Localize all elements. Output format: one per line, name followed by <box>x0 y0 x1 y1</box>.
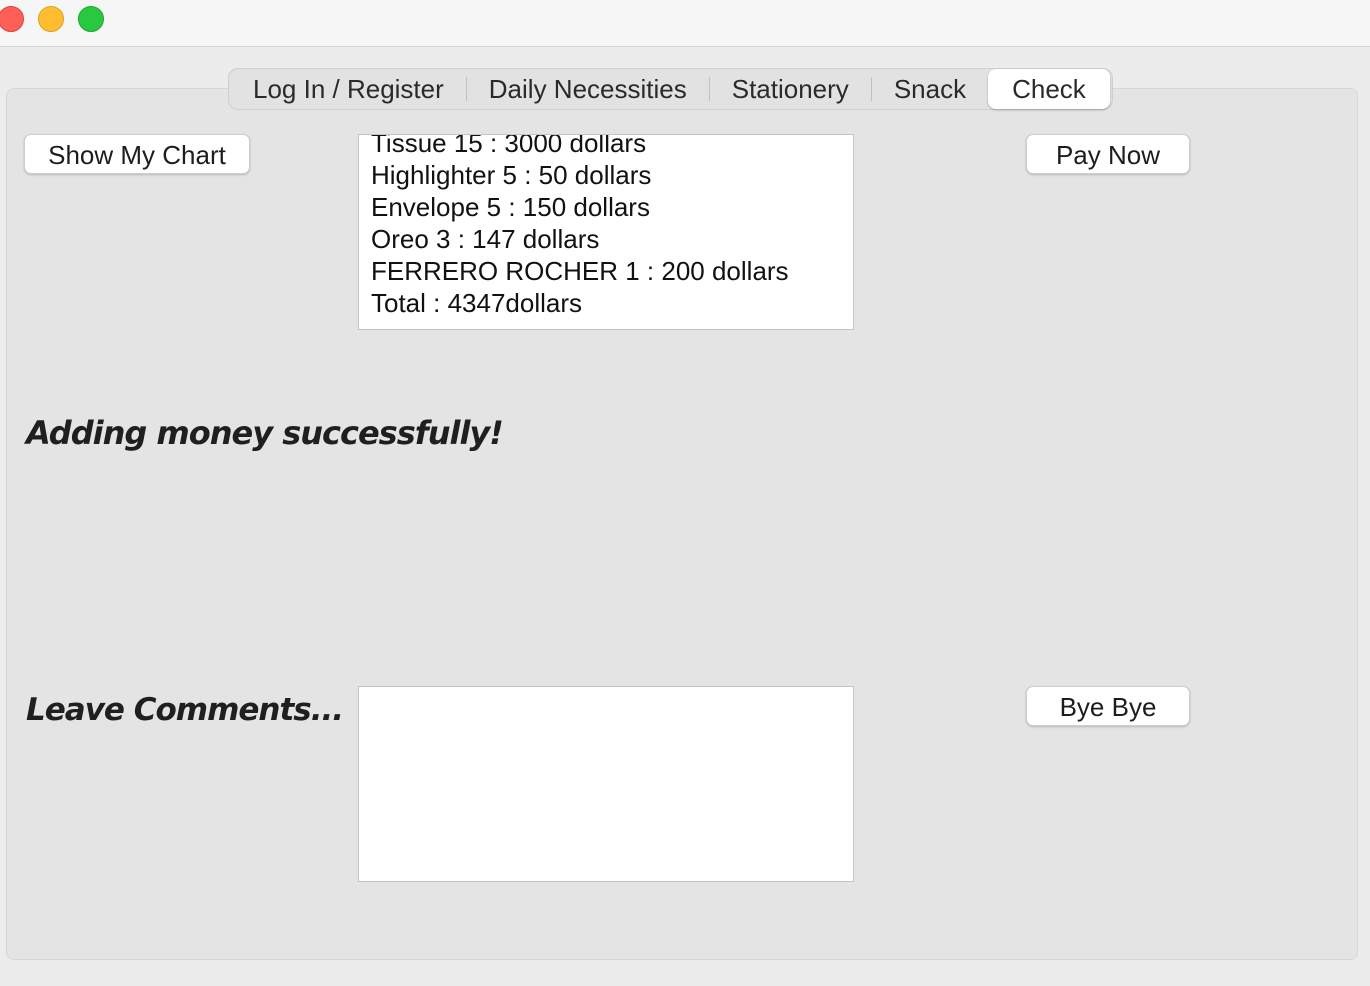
receipt-line: Oreo 3 : 147 dollars <box>371 224 600 254</box>
comments-label: Leave Comments... <box>26 692 344 728</box>
maximize-window-button[interactable] <box>78 6 104 32</box>
receipt-line: Tissue 15 : 3000 dollars <box>371 134 647 158</box>
receipt-line: Highlighter 5 : 50 dollars <box>371 160 652 190</box>
tab-snack[interactable]: Snack <box>872 69 988 109</box>
minimize-window-button[interactable] <box>38 6 64 32</box>
status-message: Adding money successfully! <box>26 414 504 452</box>
receipt-line: FERRERO ROCHER 1 : 200 dollars <box>371 256 789 286</box>
tab-daily-necessities[interactable]: Daily Necessities <box>467 69 709 109</box>
bye-bye-button[interactable]: Bye Bye <box>1026 686 1190 726</box>
receipt-line: Envelope 5 : 150 dollars <box>371 192 650 222</box>
tab-check[interactable]: Check <box>988 69 1110 109</box>
tab-login-register[interactable]: Log In / Register <box>231 69 466 109</box>
receipt-text-area[interactable]: Tissue 15 : 3000 dollars Highlighter 5 :… <box>358 134 854 330</box>
receipt-content: Tissue 15 : 3000 dollars Highlighter 5 :… <box>371 134 789 319</box>
tab-stationery[interactable]: Stationery <box>710 69 871 109</box>
window-titlebar <box>0 0 1370 47</box>
tab-bar: Log In / Register Daily Necessities Stat… <box>228 68 1113 110</box>
receipt-total: Total : 4347dollars <box>371 288 583 318</box>
comments-input[interactable] <box>358 686 854 882</box>
close-window-button[interactable] <box>0 6 24 32</box>
show-my-chart-button[interactable]: Show My Chart <box>24 134 250 174</box>
pay-now-button[interactable]: Pay Now <box>1026 134 1190 174</box>
